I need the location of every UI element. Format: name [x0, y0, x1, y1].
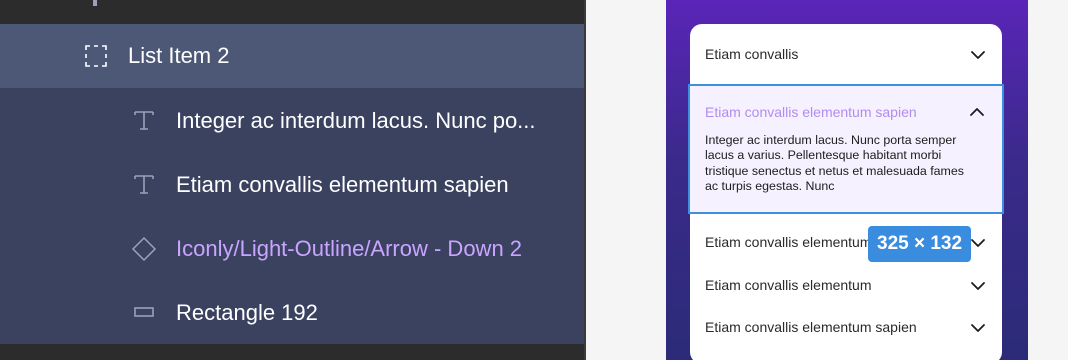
accordion-item[interactable]: Etiam convallis — [690, 33, 1002, 75]
accordion-title: Etiam convallis elementum sapien — [705, 319, 917, 335]
layer-row-next[interactable] — [0, 344, 584, 360]
layer-row-text-2[interactable]: Etiam convallis elementum sapien — [0, 152, 584, 216]
chevron-down-icon[interactable] — [969, 46, 987, 64]
selection-size-badge: 325 × 132 — [868, 226, 972, 262]
accordion-title: Etiam convallis elementum sapien — [705, 104, 917, 120]
chevron-down-icon[interactable] — [969, 277, 987, 295]
accordion-item[interactable]: Etiam convallis elementum sapien — [690, 306, 1002, 348]
layer-label: List Item 2 — [128, 43, 230, 68]
component-instance-icon — [131, 236, 157, 262]
layer-label: Integer ac interdum lacus. Nunc po... — [176, 108, 536, 133]
layer-label: Iconly/Light-Outline/Arrow - Down 2 — [176, 236, 523, 261]
frame-dashed-icon — [84, 44, 108, 68]
layer-row-component[interactable]: Iconly/Light-Outline/Arrow - Down 2 — [0, 216, 584, 280]
layer-row-rectangle[interactable]: Rectangle 192 — [0, 280, 584, 344]
layer-row-list-item-2[interactable]: List Item 2 — [0, 24, 584, 88]
layer-label: Rectangle 192 — [176, 300, 318, 325]
chevron-down-icon[interactable] — [969, 234, 987, 252]
accordion-body-text: Integer ac interdum lacus. Nunc porta se… — [705, 133, 964, 193]
accordion-item[interactable]: Etiam convallis elementum — [690, 264, 1002, 306]
chevron-down-icon[interactable] — [969, 319, 987, 337]
text-icon — [133, 173, 155, 195]
accordion-card: Etiam convallis Etiam convallis elementu… — [688, 24, 1004, 360]
phone-frame[interactable]: Etiam convallis Etiam convallis elementu… — [666, 0, 1028, 360]
accordion-item-expanded[interactable]: Etiam convallis elementum sapien Integer… — [688, 84, 1004, 214]
rectangle-icon — [134, 305, 154, 319]
chevron-up-icon[interactable] — [968, 103, 986, 121]
accordion-title: Etiam convallis elementum — [705, 277, 872, 293]
layers-panel: List Item 2 Integer ac interdum lacus. N… — [0, 0, 584, 360]
accordion-title: Etiam convallis — [705, 46, 799, 62]
layer-row-text-1[interactable]: Integer ac interdum lacus. Nunc po... — [0, 88, 584, 152]
text-icon — [133, 109, 155, 131]
layer-row-parent[interactable] — [0, 0, 584, 24]
layer-label: Etiam convallis elementum sapien — [176, 172, 509, 197]
layer-icon-partial — [92, 0, 98, 8]
design-canvas[interactable]: Etiam convallis Etiam convallis elementu… — [586, 0, 1068, 360]
